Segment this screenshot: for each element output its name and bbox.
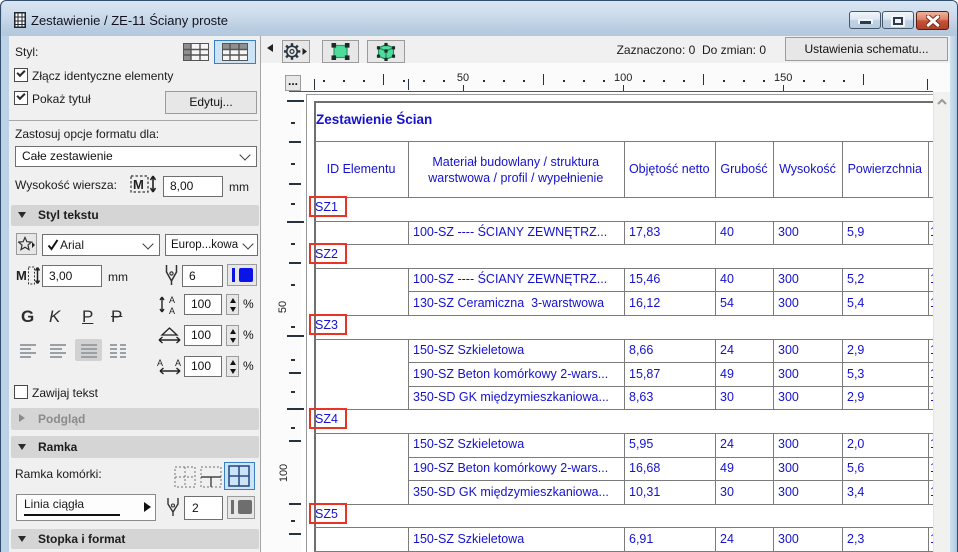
svg-text:A: A: [169, 306, 175, 315]
svg-text:A: A: [169, 295, 175, 305]
svg-text:A: A: [157, 358, 163, 368]
svg-text:A: A: [175, 358, 181, 368]
svg-text:M: M: [133, 177, 144, 192]
svg-text:M: M: [16, 268, 27, 283]
